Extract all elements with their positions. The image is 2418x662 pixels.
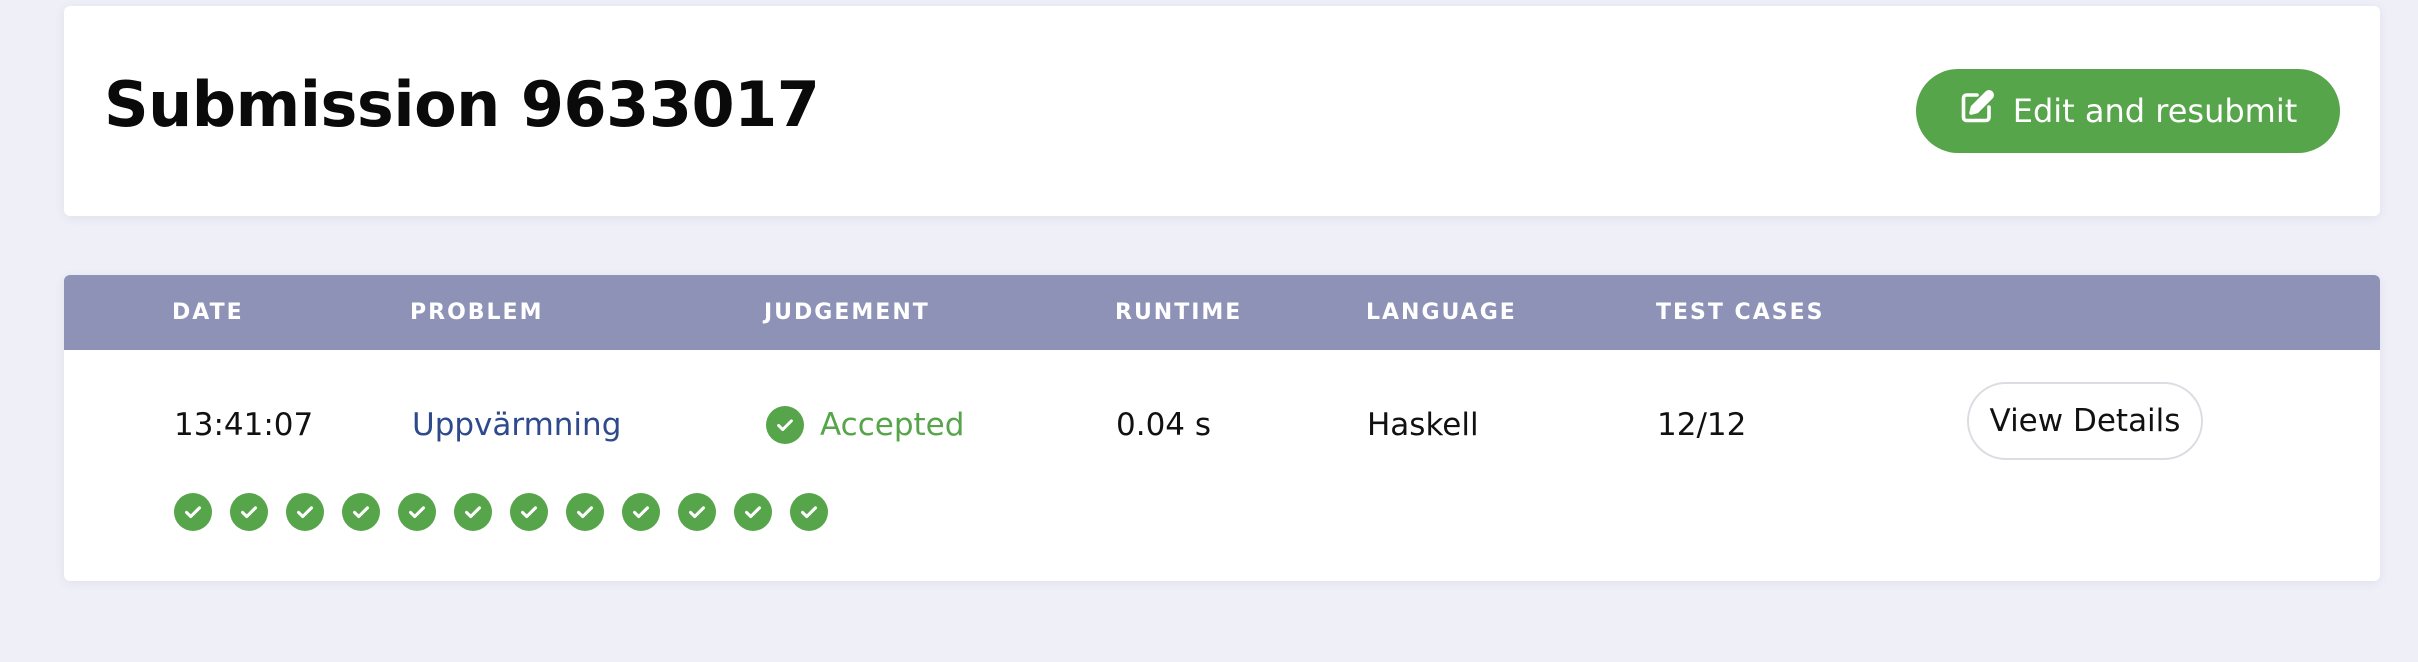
page: Submission 9633017 Edit and resubmit DAT… xyxy=(0,0,2418,662)
language-value: Haskell xyxy=(1367,407,1479,443)
test-case-check-icon[interactable] xyxy=(678,493,716,531)
runtime-value: 0.04 s xyxy=(1116,407,1212,443)
test-case-check-icon[interactable] xyxy=(342,493,380,531)
test-case-check-icon[interactable] xyxy=(734,493,772,531)
test-case-check-icon[interactable] xyxy=(454,493,492,531)
column-header-problem: PROBLEM xyxy=(410,300,544,325)
column-header-language: LANGUAGE xyxy=(1366,300,1517,325)
column-header-test-cases: TEST CASES xyxy=(1656,300,1825,325)
problem-link[interactable]: Uppvärmning xyxy=(412,395,621,455)
submission-table: DATE PROBLEM JUDGEMENT RUNTIME LANGUAGE … xyxy=(64,275,2380,581)
page-title: Submission 9633017 xyxy=(104,68,820,141)
check-circle-icon xyxy=(766,406,804,444)
test-case-check-icon[interactable] xyxy=(286,493,324,531)
test-case-check-icon[interactable] xyxy=(566,493,604,531)
table-header: DATE PROBLEM JUDGEMENT RUNTIME LANGUAGE … xyxy=(64,275,2380,350)
test-case-check-icon[interactable] xyxy=(790,493,828,531)
submission-header-card: Submission 9633017 Edit and resubmit xyxy=(64,6,2380,216)
test-case-results xyxy=(174,493,828,531)
test-case-check-icon[interactable] xyxy=(622,493,660,531)
edit-icon xyxy=(1959,89,1995,133)
test-case-check-icon[interactable] xyxy=(398,493,436,531)
submission-date: 13:41:07 xyxy=(174,407,314,443)
edit-and-resubmit-label: Edit and resubmit xyxy=(2012,92,2298,130)
test-case-check-icon[interactable] xyxy=(174,493,212,531)
edit-and-resubmit-button[interactable]: Edit and resubmit xyxy=(1916,69,2340,153)
column-header-date: DATE xyxy=(172,300,244,325)
test-case-check-icon[interactable] xyxy=(230,493,268,531)
judgement-status: Accepted xyxy=(766,395,964,455)
test-cases-value: 12/12 xyxy=(1657,407,1747,443)
column-header-runtime: RUNTIME xyxy=(1115,300,1243,325)
view-details-button[interactable]: View Details xyxy=(1967,382,2203,460)
test-case-check-icon[interactable] xyxy=(510,493,548,531)
column-header-judgement: JUDGEMENT xyxy=(764,300,930,325)
judgement-label: Accepted xyxy=(820,407,965,443)
